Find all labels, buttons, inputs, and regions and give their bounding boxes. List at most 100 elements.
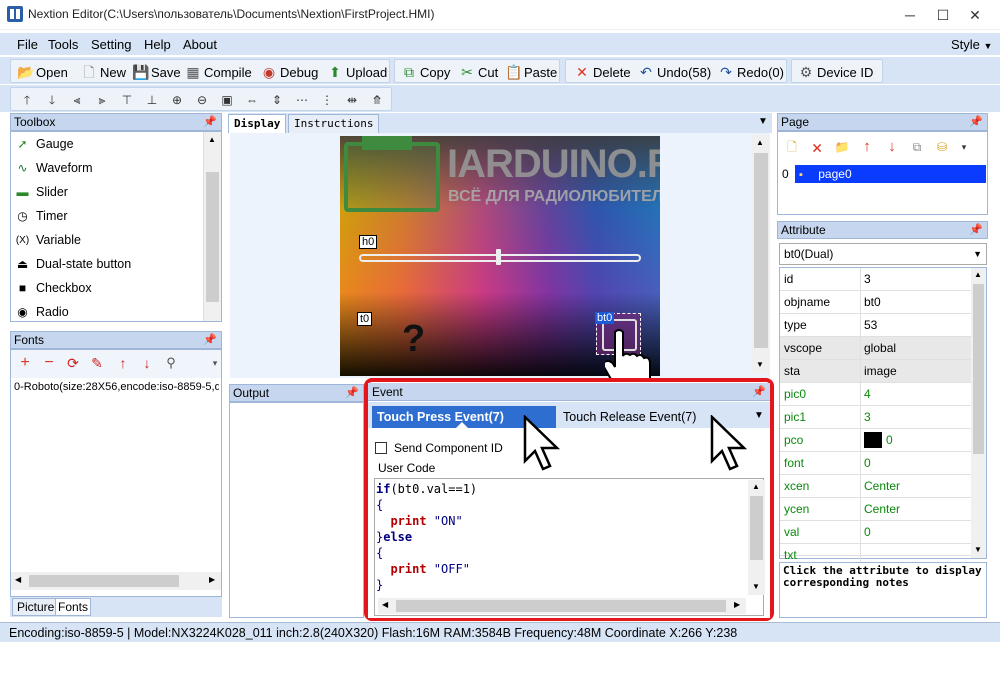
menu-tools[interactable]: Tools	[48, 37, 78, 52]
more-icon[interactable]: ▾	[207, 355, 223, 371]
cut-button[interactable]: ✂ Cut	[459, 63, 498, 81]
preview-icon[interactable]: ⚲	[163, 355, 179, 371]
fonts-hscrollbar[interactable]: ◀ ▶	[11, 572, 221, 590]
scroll-thumb[interactable]	[754, 153, 768, 348]
close-button[interactable]: ✕	[960, 4, 990, 26]
distribute-v-icon[interactable]: ⋮	[319, 92, 335, 108]
upload-button[interactable]: ⬆ Upload	[327, 63, 387, 81]
insert-page-icon[interactable]: 📁	[834, 139, 850, 155]
scroll-right-icon[interactable]: ▶	[734, 600, 740, 609]
edit-icon[interactable]: ✎	[89, 355, 105, 371]
copy-page-icon[interactable]: ⧉	[909, 139, 925, 155]
scroll-thumb[interactable]	[206, 172, 219, 302]
menu-file[interactable]: File	[17, 37, 38, 52]
toolbox-item-timer[interactable]: ◷ Timer	[15, 207, 67, 225]
delete-button[interactable]: ✕ Delete	[574, 63, 630, 81]
scroll-down-icon[interactable]: ▼	[974, 545, 982, 554]
move-down-icon[interactable]: 🡓	[44, 92, 60, 108]
more-icon[interactable]: ▾	[956, 139, 972, 155]
scroll-thumb[interactable]	[750, 496, 763, 560]
move-up-icon[interactable]: 🡑	[19, 92, 35, 108]
toolbox-item-checkbox[interactable]: ■ Checkbox	[15, 279, 92, 297]
attribute-row[interactable]: sta image	[780, 360, 971, 383]
remove-icon[interactable]: −	[41, 355, 57, 371]
code-hscrollbar[interactable]: ◀ ▶	[378, 598, 746, 614]
align-left-icon[interactable]: ⫷	[69, 92, 85, 108]
scroll-down-icon[interactable]: ▼	[752, 582, 760, 591]
pin-icon[interactable]: 📌	[203, 114, 217, 130]
align-top-icon[interactable]: ⊤	[119, 92, 135, 108]
send-component-id-checkbox[interactable]	[375, 442, 387, 454]
menu-help[interactable]: Help	[144, 37, 171, 52]
user-code-editor[interactable]	[374, 478, 764, 616]
same-width-icon[interactable]: ⇔	[244, 92, 260, 108]
scroll-thumb[interactable]	[973, 284, 984, 454]
font-entry[interactable]: 0-Roboto(size:28X56,encode:iso-8859-5,qy…	[14, 381, 219, 393]
align-right-icon[interactable]: ⫸	[94, 92, 110, 108]
toolbox-item-dual-state[interactable]: ⏏ Dual-state button	[15, 255, 131, 273]
spacing-v-icon[interactable]: ⤊	[369, 92, 385, 108]
same-height-icon[interactable]: ⇕	[269, 92, 285, 108]
attribute-row[interactable]: pco 0	[780, 429, 971, 452]
attribute-row[interactable]: pic1 3	[780, 406, 971, 429]
add-icon[interactable]: +	[17, 355, 33, 371]
tab-fonts[interactable]: Fonts	[55, 598, 92, 616]
debug-button[interactable]: ◉ Debug	[261, 63, 318, 81]
menu-about[interactable]: About	[183, 37, 217, 52]
arrow-down-icon[interactable]: ↓	[139, 355, 155, 371]
undo-button[interactable]: ↶ Undo(58)	[638, 63, 711, 81]
scroll-up-icon[interactable]: ▲	[756, 138, 764, 147]
maximize-button[interactable]: ☐	[928, 4, 958, 26]
chevron-down-icon[interactable]: ▼	[758, 116, 768, 127]
minimize-button[interactable]: ─	[895, 4, 925, 26]
attribute-row[interactable]: vscope global	[780, 337, 971, 360]
tab-instructions[interactable]: Instructions	[288, 114, 380, 133]
pin-icon[interactable]: 📌	[969, 222, 983, 238]
attribute-selector[interactable]: bt0(Dual) ▼	[779, 243, 987, 265]
toolbox-item-waveform[interactable]: ∿ Waveform	[15, 159, 92, 177]
chevron-down-icon[interactable]: ▼	[754, 410, 764, 421]
align-bottom-icon[interactable]: ⊥	[144, 92, 160, 108]
open-button[interactable]: 📂 Open	[17, 63, 68, 81]
tab-picture[interactable]: Picture	[12, 598, 60, 616]
center-vertical-icon[interactable]: ⊖	[194, 92, 210, 108]
scroll-up-icon[interactable]: ▲	[974, 270, 982, 279]
device-id-button[interactable]: ⚙ Device ID	[798, 63, 874, 81]
attribute-row[interactable]: txt	[780, 544, 971, 566]
save-button[interactable]: 💾 Save	[132, 63, 181, 81]
menu-style[interactable]: Style ▼	[951, 37, 992, 52]
attribute-row[interactable]: pic0 4	[780, 383, 971, 406]
scroll-right-icon[interactable]: ▶	[209, 575, 215, 584]
scroll-up-icon[interactable]: ▲	[208, 135, 216, 144]
refresh-icon[interactable]: ⟳	[65, 355, 81, 371]
pin-icon[interactable]: 📌	[969, 114, 983, 130]
attribute-row[interactable]: id 3	[780, 268, 971, 291]
pin-icon[interactable]: 📌	[345, 385, 359, 401]
attribute-row[interactable]: val 0	[780, 521, 971, 544]
arrow-down-icon[interactable]: ↓	[884, 139, 900, 155]
attribute-row[interactable]: ycen Center	[780, 498, 971, 521]
redo-button[interactable]: ↷ Redo(0)	[718, 63, 784, 81]
distribute-h-icon[interactable]: ⋯	[294, 92, 310, 108]
toolbox-item-gauge[interactable]: ➚ Gauge	[15, 135, 73, 153]
delete-page-icon[interactable]: 🗙	[809, 139, 825, 155]
toolbox-item-variable[interactable]: (X) Variable	[15, 231, 81, 249]
scroll-thumb[interactable]	[396, 600, 726, 612]
attribute-row[interactable]: type 53	[780, 314, 971, 337]
attribute-scrollbar[interactable]: ▲ ▼	[971, 268, 986, 558]
new-button[interactable]: 🗋 New	[81, 63, 126, 81]
import-page-icon[interactable]: ⛁	[934, 139, 950, 155]
same-size-icon[interactable]: ▣	[219, 92, 235, 108]
attribute-row[interactable]: xcen Center	[780, 475, 971, 498]
add-page-icon[interactable]: 🗋	[784, 139, 800, 155]
spacing-h-icon[interactable]: ⇹	[344, 92, 360, 108]
menu-setting[interactable]: Setting	[91, 37, 131, 52]
tab-display[interactable]: Display	[228, 114, 287, 133]
compile-button[interactable]: ▦ Compile	[185, 63, 251, 81]
toolbox-item-radio[interactable]: ◉ Radio	[15, 303, 68, 321]
arrow-up-icon[interactable]: ↑	[859, 139, 875, 155]
toolbox-scrollbar[interactable]: ▲	[203, 132, 221, 321]
arrow-up-icon[interactable]: ↑	[115, 355, 131, 371]
code-vscrollbar[interactable]: ▲ ▼	[748, 480, 765, 595]
scroll-thumb[interactable]	[29, 575, 179, 587]
